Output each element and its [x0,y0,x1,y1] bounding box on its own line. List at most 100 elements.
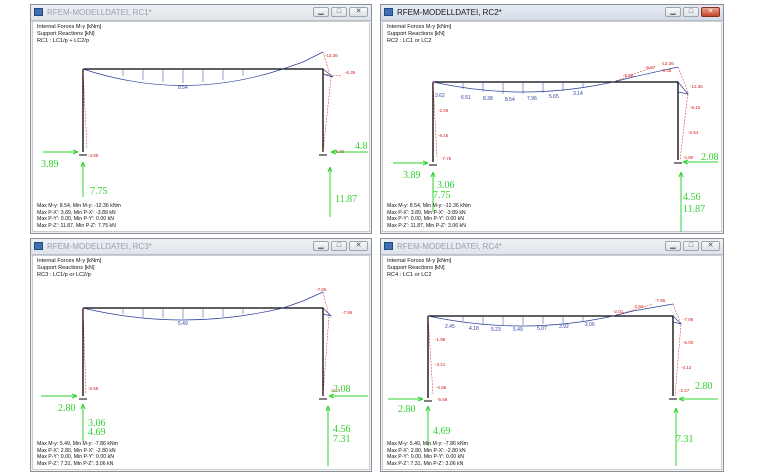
window-rc1[interactable]: RFEM-MODELLDATEI, RC1* ▁ □ ✕ Internal Fo… [30,4,372,234]
moment-hatch [122,69,244,83]
beam-label: 7.96 [527,96,537,102]
red-label: -7.75 [441,156,452,161]
red-label: -4.86 [436,385,447,390]
minimize-icon[interactable]: ▁ [313,7,329,17]
summary-line: Max M-y: 5.49, Min M-y: -7.86 kNm [387,441,468,447]
reaction-label: 4.69 [433,426,451,437]
beam-label: 5.49 [513,327,523,333]
moment-diagram [82,291,333,321]
window-rc3[interactable]: RFEM-MODELLDATEI, RC3* ▁ □ ✕ Internal Fo… [30,238,372,472]
frame-members [82,307,324,396]
reaction-label: 3.89 [403,170,421,181]
window-rc2[interactable]: RFEM-MODELLDATEI, RC2* ▁ □ ✕ Internal Fo… [380,4,724,234]
graphics-area[interactable]: Internal Forces M-y [kNm] Support Reacti… [382,21,722,232]
red-label: -9.10 [690,105,701,110]
window-controls: ▁ □ ✕ [665,7,720,17]
summary-line: Max P-Z': 11.87, Min P-Z': 3.06 kN [387,222,466,229]
summary-line: Max P-Y': 0.00, Min P-Y': 0.00 kN [387,454,464,460]
red-label: -2.27 [679,388,690,393]
window-controls: ▁ □ ✕ [313,241,368,251]
red-label: -7.86 [655,298,666,303]
reaction-label: 2.80 [58,403,76,414]
beam-label: 6.51 [461,95,471,101]
beam-label: 5.49 [178,321,188,327]
reaction-arrow [327,166,333,217]
frame-members [427,315,674,398]
beam-label: 8.54 [178,85,188,91]
reaction-arrow [80,403,86,441]
red-label: -4.12 [681,365,692,370]
structure-diagram: 5.49 -7.86 -7.86 -5.59 -2.27 2.80 3.06 4… [41,287,368,466]
minimize-icon[interactable]: ▁ [313,241,329,251]
column-diagram [427,303,682,397]
moment-hatch [122,308,244,319]
support-symbol [429,162,682,166]
red-label: -2.01 [613,309,624,314]
titlebar[interactable]: RFEM-MODELLDATEI, RC4* ▁ □ ✕ [381,239,723,255]
red-label: -2.59 [438,108,449,113]
minimize-icon[interactable]: ▁ [665,241,681,251]
beam-label: 5.23 [491,327,501,333]
titlebar[interactable]: RFEM-MODELLDATEI, RC3* ▁ □ ✕ [31,239,371,255]
app-icon [384,242,393,250]
structure-diagram: 2.45 4.18 5.23 5.49 5.07 3.92 2.06 -7.86… [388,298,718,466]
titlebar[interactable]: RFEM-MODELLDATEI, RC1* ▁ □ ✕ [31,5,371,21]
moment-diagram [432,66,689,95]
window-rc4[interactable]: RFEM-MODELLDATEI, RC4* ▁ □ ✕ Internal Fo… [380,238,724,472]
reaction-arrow [41,393,78,399]
beam-label: 3.62 [435,93,445,99]
reaction-arrow [80,161,86,197]
reaction-label: 2.08 [701,152,719,163]
reaction-label: 4.69 [88,427,106,438]
maximize-icon[interactable]: □ [683,7,699,17]
close-icon[interactable]: ✕ [349,241,368,251]
reaction-label: 2.80 [398,404,416,415]
window-controls: ▁ □ ✕ [313,7,368,17]
red-label: -12.36 [325,53,338,58]
beam-label: 4.18 [469,326,479,332]
red-label: -3.94 [633,304,644,309]
beam-label: 3.92 [559,324,569,330]
reaction-label: 4.56 [683,192,701,203]
graphics-area[interactable]: Internal Forces M-y [kNm] Support Reacti… [32,255,370,470]
red-label: -12.36 [661,61,674,66]
maximize-icon[interactable]: □ [331,241,347,251]
red-label: -6.00 [683,340,694,345]
reaction-label: 7.31 [333,434,351,445]
maximize-icon[interactable]: □ [331,7,347,17]
graphics-area[interactable]: Internal Forces M-y [kNm] Support Reacti… [382,255,722,470]
red-label: -7.86 [683,317,694,322]
reaction-label: 2.80 [695,381,713,392]
summary-line: Max M-y: 5.49, Min M-y: -7.86 kNm [37,441,118,447]
column-diagram [82,51,342,153]
reaction-arrow [678,396,718,402]
window-title: RFEM-MODELLDATEI, RC3* [47,242,152,251]
red-label: -7.86 [316,287,327,292]
reaction-arrow [43,149,79,155]
red-label: -6.36 [345,70,356,75]
close-icon[interactable]: ✕ [349,7,368,17]
maximize-icon[interactable]: □ [683,241,699,251]
reaction-label: 7.75 [90,186,108,197]
app-icon [34,8,43,16]
close-icon[interactable]: ✕ [701,241,720,251]
beam-label: 8.54 [505,97,515,103]
window-controls: ▁ □ ✕ [665,241,720,251]
reaction-arrow [425,405,431,446]
reaction-label: 7.31 [676,434,694,445]
beam-label: 8.38 [483,96,493,102]
minimize-icon[interactable]: ▁ [665,7,681,17]
window-title: RFEM-MODELLDATEI, RC1* [47,8,152,17]
titlebar[interactable]: RFEM-MODELLDATEI, RC2* ▁ □ ✕ [381,5,723,21]
result-summary: Max M-y: 8.54, Min M-y: -12.36 kNm Max P… [37,203,121,229]
red-label: -3.21 [435,362,446,367]
reaction-label: 11.87 [683,204,705,215]
close-icon[interactable]: ✕ [701,7,720,17]
red-label: -6.36 [661,68,672,73]
summary-line: Max M-y: 8.54, Min M-y: -12.36 kNm [37,203,121,209]
summary-line: Max P-Z': 11.87, Min P-Z': 7.75 kN [37,222,116,229]
red-label: -6.67 [645,65,656,70]
graphics-area[interactable]: Internal Forces M-y [kNm] Support Reacti… [32,21,370,232]
beam-label: 2.45 [445,324,455,330]
reaction-label: 11.87 [335,194,357,205]
